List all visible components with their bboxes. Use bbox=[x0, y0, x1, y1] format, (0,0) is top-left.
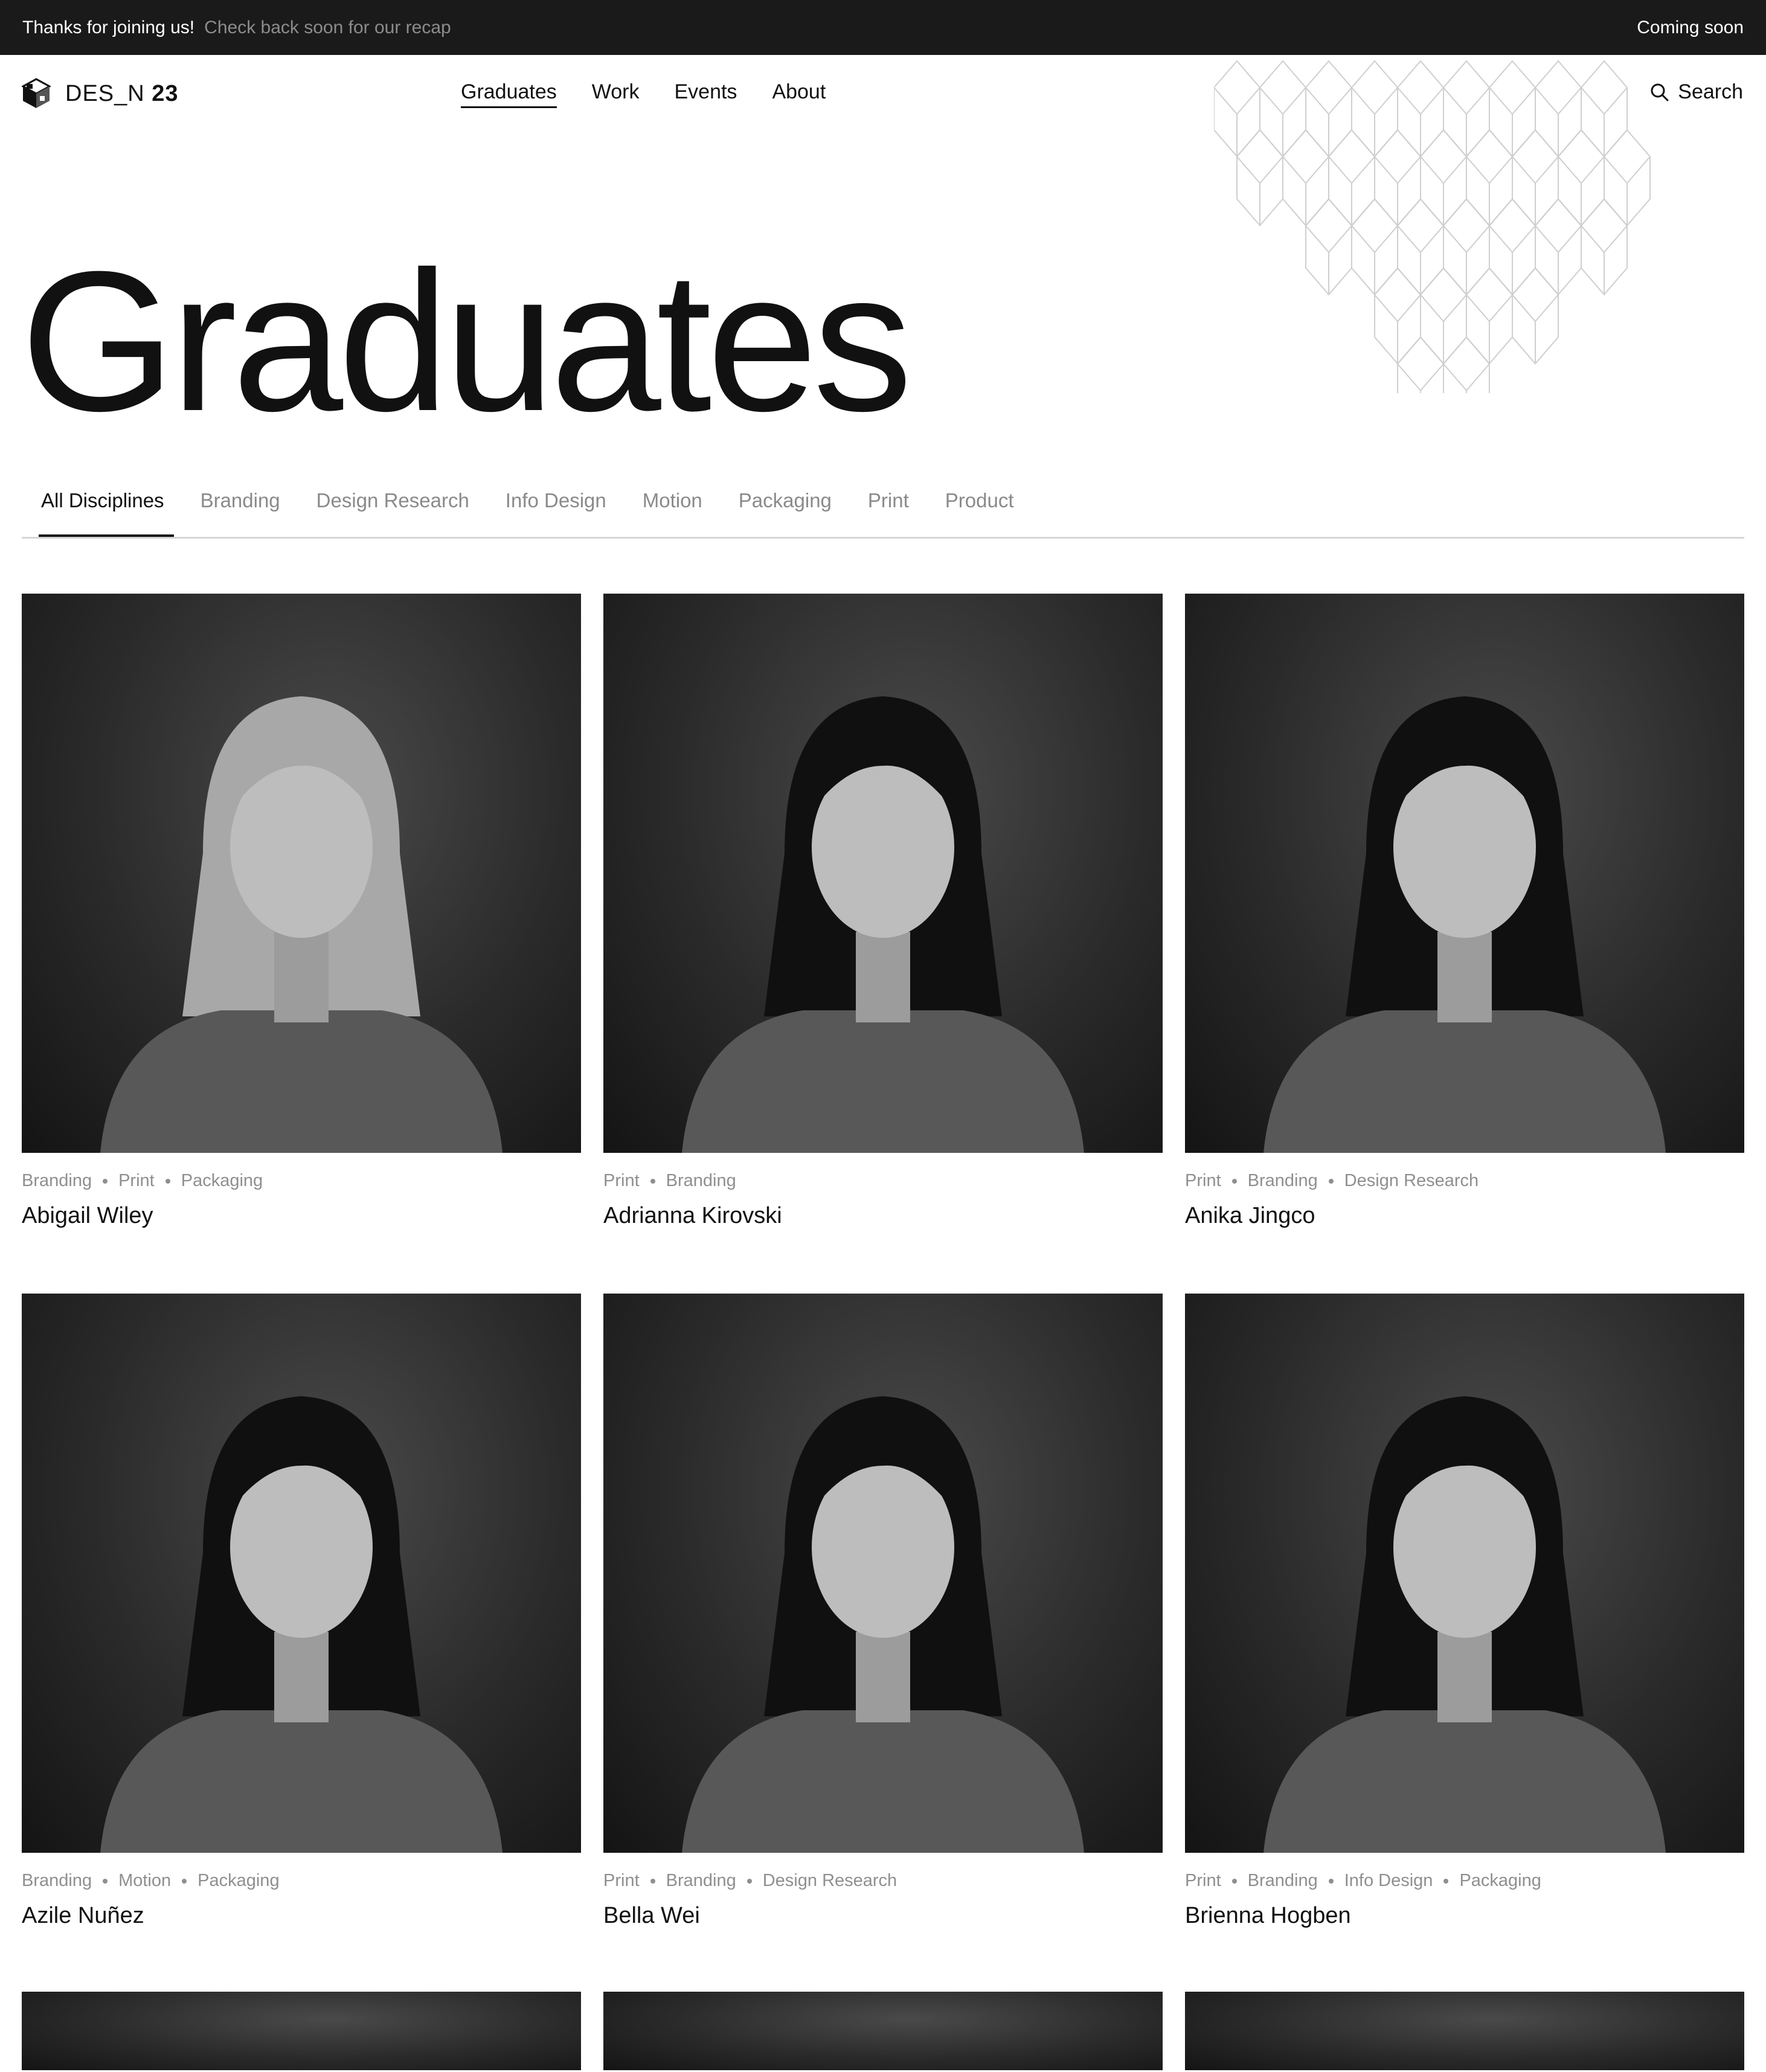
graduate-card-partial[interactable] bbox=[22, 1992, 581, 2070]
logo-text-main: DES_N bbox=[65, 80, 145, 106]
discipline-tag: Branding bbox=[666, 1871, 736, 1890]
discipline-tag: Print bbox=[1185, 1871, 1221, 1890]
nav-about[interactable]: About bbox=[772, 80, 826, 108]
graduate-name[interactable]: Bella Wei bbox=[603, 1903, 1163, 1929]
graduate-photo[interactable] bbox=[22, 594, 581, 1153]
graduate-photo[interactable] bbox=[1185, 1294, 1744, 1853]
filter-all-disciplines[interactable]: All Disciplines bbox=[39, 489, 174, 537]
discipline-tag: Branding bbox=[1247, 1171, 1318, 1190]
discipline-tags: Branding Motion Packaging bbox=[22, 1871, 581, 1891]
discipline-tags: Print Branding bbox=[603, 1171, 1163, 1191]
page-title: Graduates bbox=[21, 229, 913, 452]
discipline-tag: Branding bbox=[666, 1171, 736, 1190]
discipline-tags: Print Branding Design Research bbox=[603, 1871, 1163, 1891]
graduate-name[interactable]: Azile Nuñez bbox=[22, 1903, 581, 1929]
graduate-name[interactable]: Abigail Wiley bbox=[22, 1203, 581, 1229]
separator-dot bbox=[1231, 1878, 1237, 1884]
discipline-tag: Info Design bbox=[1344, 1871, 1433, 1890]
coming-soon-link[interactable]: Coming soon bbox=[1637, 18, 1744, 38]
discipline-tag: Print bbox=[603, 1171, 640, 1190]
separator-dot bbox=[103, 1878, 108, 1884]
portrait-silhouette bbox=[682, 696, 1084, 1153]
graduate-card[interactable]: Branding Print Packaging Abigail Wiley bbox=[22, 594, 581, 1229]
discipline-tag: Branding bbox=[1247, 1871, 1318, 1890]
filter-print[interactable]: Print bbox=[868, 489, 909, 524]
separator-dot bbox=[1328, 1878, 1334, 1884]
graduate-photo[interactable] bbox=[603, 594, 1163, 1153]
discipline-tags: Print Branding Info Design Packaging bbox=[1185, 1871, 1744, 1891]
portrait-silhouette bbox=[1263, 1396, 1666, 1853]
graduate-card-partial[interactable] bbox=[1185, 1992, 1744, 2070]
graduate-name[interactable]: Brienna Hogben bbox=[1185, 1903, 1744, 1929]
portrait-silhouette bbox=[1263, 696, 1666, 1153]
graduate-photo[interactable] bbox=[22, 1294, 581, 1853]
nav-work[interactable]: Work bbox=[592, 80, 640, 108]
nav-events[interactable]: Events bbox=[674, 80, 737, 108]
separator-dot bbox=[182, 1878, 187, 1884]
cube-outline bbox=[1214, 60, 1651, 393]
filter-info-design[interactable]: Info Design bbox=[506, 489, 606, 524]
site-logo[interactable]: DES_N 23 bbox=[22, 78, 179, 109]
graduate-photo[interactable] bbox=[1185, 594, 1744, 1153]
filter-motion[interactable]: Motion bbox=[643, 489, 702, 524]
discipline-tag: Print bbox=[118, 1171, 155, 1190]
discipline-tag: Packaging bbox=[181, 1171, 263, 1190]
graduate-card[interactable]: Print Branding Design Research Anika Jingco bbox=[1185, 594, 1744, 1229]
graduate-photo[interactable] bbox=[1185, 1992, 1744, 2070]
portrait-silhouette bbox=[100, 696, 503, 1153]
separator-dot bbox=[650, 1178, 655, 1184]
discipline-tag: Branding bbox=[22, 1871, 92, 1890]
logo-text-year: 23 bbox=[152, 80, 179, 106]
graduate-photo[interactable] bbox=[603, 1992, 1163, 2070]
isometric-cube-pattern bbox=[1214, 60, 1651, 393]
announcement-sub: Check back soon for our recap bbox=[204, 17, 451, 37]
discipline-filter-tabs: All Disciplines Branding Design Research… bbox=[22, 489, 1744, 539]
filter-packaging[interactable]: Packaging bbox=[739, 489, 832, 524]
graduate-photo[interactable] bbox=[22, 1992, 581, 2070]
logo-text: DES_N 23 bbox=[65, 81, 179, 107]
separator-dot bbox=[747, 1878, 752, 1884]
discipline-tags: Branding Print Packaging bbox=[22, 1171, 581, 1191]
discipline-tag: Design Research bbox=[762, 1871, 897, 1890]
graduate-card[interactable]: Branding Motion Packaging Azile Nuñez bbox=[22, 1294, 581, 1929]
separator-dot bbox=[165, 1178, 170, 1184]
graduate-card[interactable]: Print Branding Adrianna Kirovski bbox=[603, 594, 1163, 1229]
discipline-tag: Packaging bbox=[197, 1871, 280, 1890]
discipline-tag: Print bbox=[1185, 1171, 1221, 1190]
graduate-card-partial[interactable] bbox=[603, 1992, 1163, 2070]
separator-dot bbox=[1231, 1178, 1237, 1184]
cube-logo-icon bbox=[22, 78, 51, 108]
separator-dot bbox=[1328, 1178, 1334, 1184]
graduate-name[interactable]: Adrianna Kirovski bbox=[603, 1203, 1163, 1229]
graduate-photo[interactable] bbox=[603, 1294, 1163, 1853]
discipline-tags: Print Branding Design Research bbox=[1185, 1171, 1744, 1191]
filter-product[interactable]: Product bbox=[945, 489, 1014, 524]
discipline-tag: Packaging bbox=[1459, 1871, 1541, 1890]
filter-design-research[interactable]: Design Research bbox=[316, 489, 469, 524]
separator-dot bbox=[103, 1178, 108, 1184]
portrait-silhouette bbox=[682, 1396, 1084, 1853]
separator-dot bbox=[1443, 1878, 1449, 1884]
main-nav: Graduates Work Events About bbox=[461, 80, 826, 108]
graduate-name[interactable]: Anika Jingco bbox=[1185, 1203, 1744, 1229]
graduate-card[interactable]: Print Branding Info Design Packaging Brienna… bbox=[1185, 1294, 1744, 1929]
announcement-bar: Thanks for joining us! Check back soon f… bbox=[0, 0, 1766, 55]
announcement-message: Thanks for joining us! bbox=[22, 17, 195, 37]
filter-branding[interactable]: Branding bbox=[201, 489, 280, 524]
discipline-tag: Print bbox=[603, 1871, 640, 1890]
discipline-tag: Design Research bbox=[1344, 1171, 1479, 1190]
portrait-silhouette bbox=[100, 1396, 503, 1853]
discipline-tag: Branding bbox=[22, 1171, 92, 1190]
nav-graduates[interactable]: Graduates bbox=[461, 80, 557, 108]
separator-dot bbox=[650, 1878, 655, 1884]
discipline-tag: Motion bbox=[118, 1871, 172, 1890]
graduate-card[interactable]: Print Branding Design Research Bella Wei bbox=[603, 1294, 1163, 1929]
